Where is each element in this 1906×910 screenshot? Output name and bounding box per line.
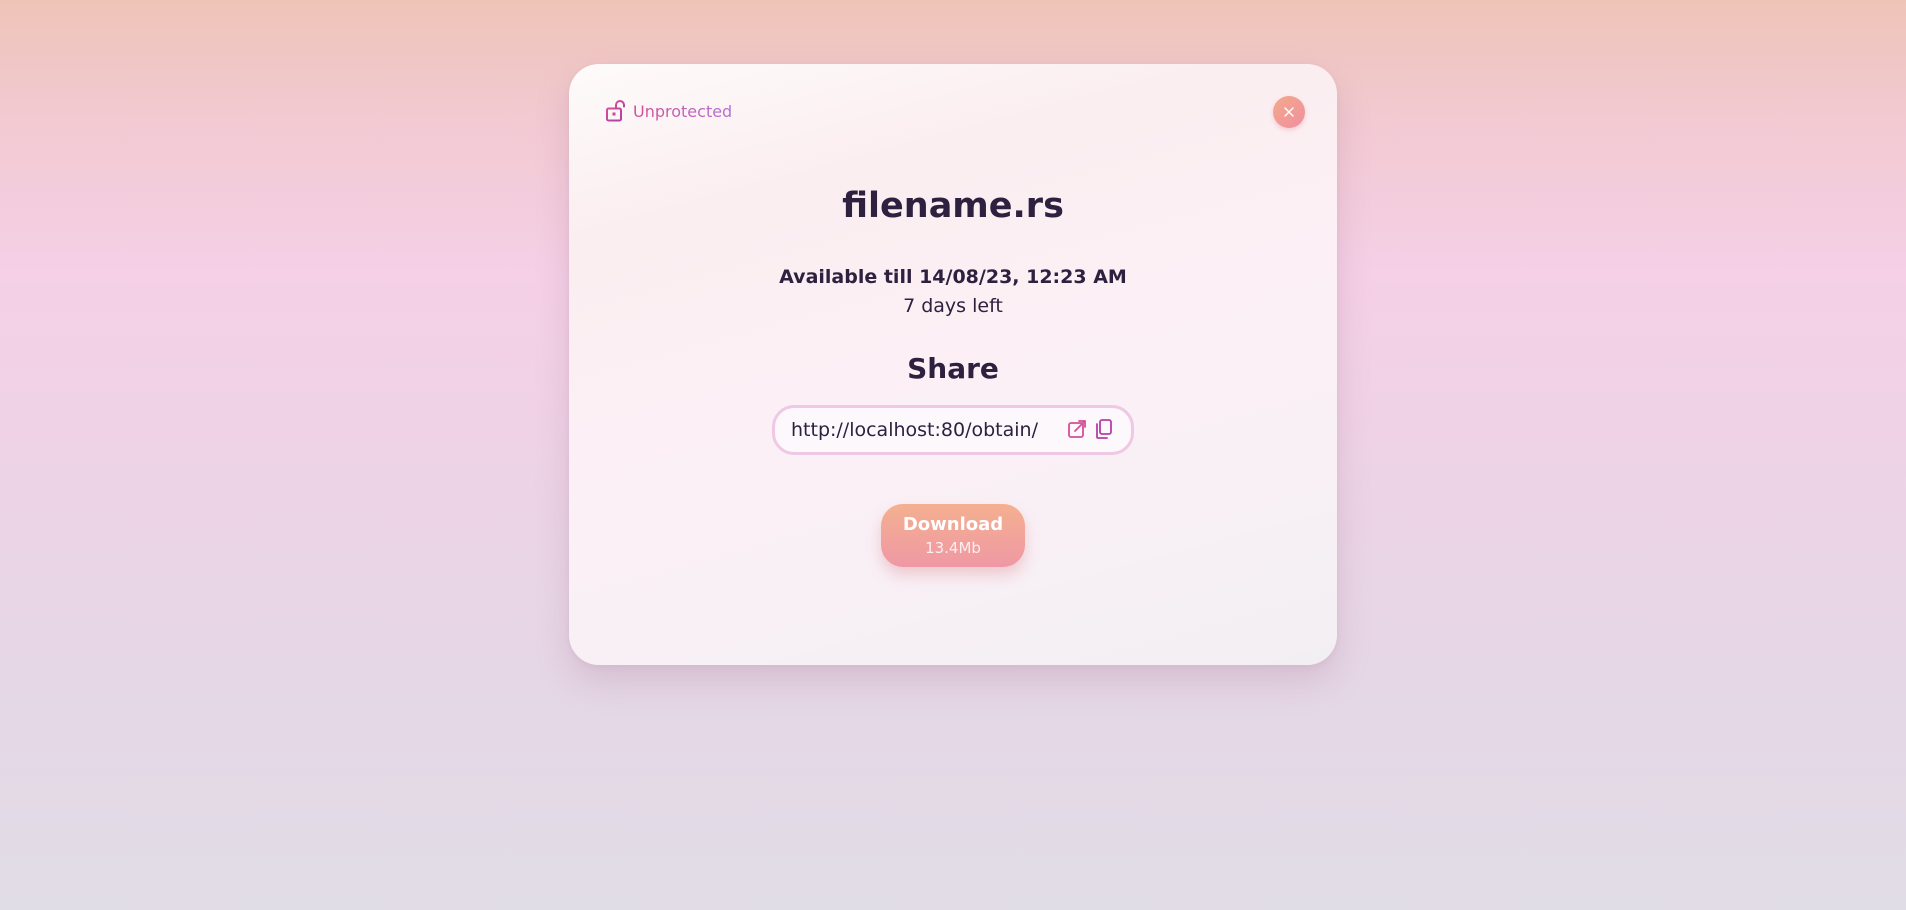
download-button[interactable]: Download 13.4Mb bbox=[881, 504, 1025, 567]
copy-icon[interactable] bbox=[1093, 419, 1113, 439]
external-link-icon[interactable] bbox=[1067, 419, 1087, 439]
download-label: Download bbox=[902, 513, 1004, 535]
close-icon bbox=[1284, 107, 1294, 117]
lock-open-icon bbox=[606, 100, 625, 122]
share-url[interactable]: http://localhost:80/obtain/ bbox=[791, 419, 1038, 441]
close-button[interactable] bbox=[1273, 96, 1305, 128]
download-size: 13.4Mb bbox=[925, 538, 981, 557]
share-actions bbox=[1067, 419, 1113, 439]
share-heading: Share bbox=[907, 352, 999, 385]
availability-date: Available till 14/08/23, 12:23 AM bbox=[779, 266, 1127, 288]
days-remaining: 7 days left bbox=[903, 295, 1003, 317]
protection-status: Unprotected bbox=[605, 99, 732, 123]
file-details-card: Unprotected filename.rs Available till 1… bbox=[569, 64, 1337, 665]
file-name: filename.rs bbox=[842, 186, 1064, 226]
protection-status-label: Unprotected bbox=[633, 101, 733, 121]
share-link-field: http://localhost:80/obtain/ bbox=[772, 405, 1134, 455]
